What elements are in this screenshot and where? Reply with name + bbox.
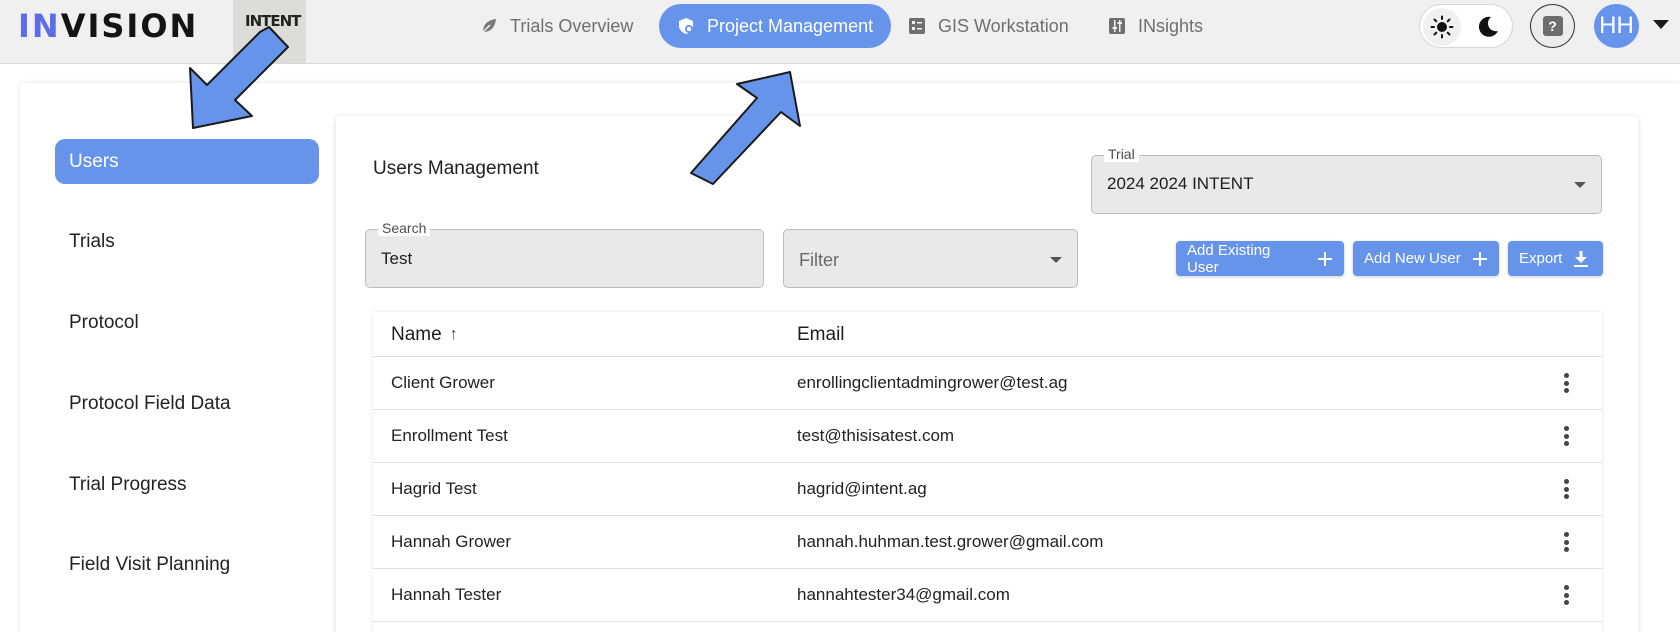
annotation-arrow-up-right <box>690 71 801 185</box>
annotation-arrows <box>189 26 801 185</box>
annotation-arrow-down-left <box>189 26 289 129</box>
